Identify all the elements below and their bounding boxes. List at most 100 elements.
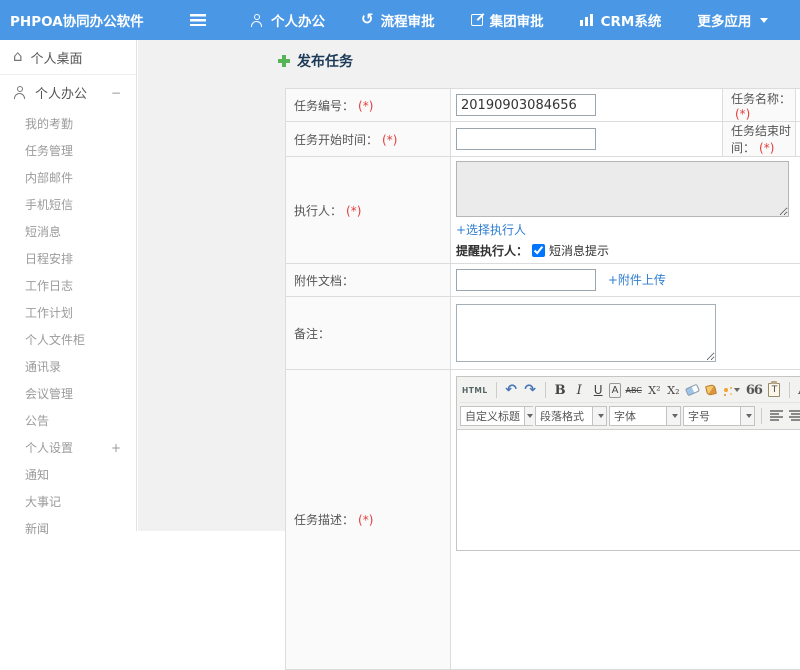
table-row: 执行人：(*) +选择执行人 提醒执行人： 短消息提示 bbox=[286, 157, 800, 264]
expand-icon[interactable]: + bbox=[111, 441, 136, 455]
divider bbox=[789, 382, 790, 398]
redo-button[interactable] bbox=[522, 380, 539, 400]
sidebar-item-file-cabinet[interactable]: 个人文件柜 bbox=[0, 326, 136, 353]
align-left-icon bbox=[770, 410, 783, 421]
sidebar-item-internal-mail[interactable]: 内部邮件 bbox=[0, 164, 136, 191]
caret-down-icon bbox=[592, 407, 606, 425]
sidebar-item-label: 手机短信 bbox=[25, 196, 73, 213]
align-left-button[interactable] bbox=[768, 406, 785, 426]
start-time-input[interactable] bbox=[456, 128, 596, 150]
font-color-button[interactable]: A bbox=[796, 380, 800, 400]
top-navigation: 个人办公 流程审批 集团审批 CRM系统 更多应用 bbox=[232, 0, 786, 40]
superscript-button[interactable]: X² bbox=[646, 380, 663, 400]
nav-label: 更多应用 bbox=[697, 10, 751, 30]
table-row: 备注： bbox=[286, 297, 800, 370]
subscript-button[interactable]: X₂ bbox=[665, 380, 682, 400]
heading-select[interactable]: 自定义标题 bbox=[460, 406, 533, 426]
nav-crm-system[interactable]: CRM系统 bbox=[562, 0, 680, 40]
page-title-text: 发布任务 bbox=[297, 51, 353, 71]
sidebar-item-personal-settings[interactable]: 个人设置 + bbox=[0, 434, 136, 461]
brush-icon bbox=[705, 384, 717, 396]
nav-label: 流程审批 bbox=[381, 10, 435, 30]
font-family-select[interactable]: 字体 bbox=[609, 406, 681, 426]
underline-button[interactable]: U bbox=[590, 380, 607, 400]
strikethrough-button[interactable]: ABC bbox=[623, 380, 643, 400]
sidebar-item-work-plan[interactable]: 工作计划 bbox=[0, 299, 136, 326]
caret-down-icon bbox=[760, 18, 768, 23]
nav-label: 集团审批 bbox=[490, 10, 544, 30]
field-label: 任务描述： bbox=[294, 513, 354, 527]
select-value: 自定义标题 bbox=[461, 408, 524, 424]
html-source-button[interactable]: HTML bbox=[460, 380, 490, 400]
attachment-upload-link[interactable]: +附件上传 bbox=[608, 273, 666, 287]
remove-format-button[interactable] bbox=[684, 380, 701, 400]
choose-executor-link[interactable]: +选择执行人 bbox=[456, 223, 526, 237]
blockquote-button[interactable]: 66 bbox=[744, 380, 764, 400]
sidebar-item-label: 短消息 bbox=[25, 223, 61, 240]
sidebar-item-my-attendance[interactable]: 我的考勤 bbox=[0, 110, 136, 137]
sidebar-item-task-management[interactable]: 任务管理 bbox=[0, 137, 136, 164]
divider bbox=[496, 382, 497, 398]
required-mark: (*) bbox=[735, 107, 750, 121]
paragraph-format-select[interactable]: 段落格式 bbox=[535, 406, 607, 426]
task-number-input[interactable] bbox=[456, 94, 596, 116]
nav-personal-office[interactable]: 个人办公 bbox=[232, 0, 343, 40]
field-label: 任务编号： bbox=[294, 99, 354, 113]
sidebar-item-personal-desktop[interactable]: 个人桌面 bbox=[0, 40, 136, 75]
align-center-button[interactable] bbox=[787, 406, 800, 426]
eraser-icon bbox=[685, 384, 700, 397]
sidebar-item-memorabilia[interactable]: 大事记 bbox=[0, 488, 136, 515]
executor-label-cell: 执行人：(*) bbox=[286, 157, 451, 264]
task-name-label-cell: 任务名称：(*) bbox=[723, 89, 796, 122]
executor-textarea[interactable] bbox=[456, 161, 789, 217]
sidebar-item-notice[interactable]: 通知 bbox=[0, 461, 136, 488]
edit-icon bbox=[471, 14, 483, 26]
remark-textarea[interactable] bbox=[456, 304, 716, 362]
sidebar-item-announcement[interactable]: 公告 bbox=[0, 407, 136, 434]
editor-content-area[interactable] bbox=[457, 430, 800, 550]
sidebar-item-label: 大事记 bbox=[25, 493, 61, 510]
required-mark: (*) bbox=[382, 133, 397, 147]
sidebar-item-meeting-management[interactable]: 会议管理 bbox=[0, 380, 136, 407]
clipboard-icon: T bbox=[768, 383, 780, 397]
chart-icon bbox=[580, 14, 594, 26]
sidebar-item-label: 公告 bbox=[25, 412, 49, 429]
collapse-icon[interactable]: − bbox=[111, 86, 136, 100]
undo-button[interactable] bbox=[503, 380, 520, 400]
sidebar-item-work-log[interactable]: 工作日志 bbox=[0, 272, 136, 299]
sidebar-item-label: 新闻 bbox=[25, 520, 49, 537]
sidebar-item-schedule[interactable]: 日程安排 bbox=[0, 245, 136, 272]
task-number-label-cell: 任务编号：(*) bbox=[286, 89, 451, 122]
quick-format-button[interactable] bbox=[722, 380, 742, 400]
char-border-button[interactable]: A bbox=[609, 383, 622, 398]
select-value: 字体 bbox=[610, 408, 666, 424]
nav-process-approval[interactable]: 流程审批 bbox=[343, 0, 453, 40]
italic-button[interactable]: I bbox=[571, 380, 588, 400]
nav-group-approval[interactable]: 集团审批 bbox=[453, 0, 562, 40]
home-icon bbox=[13, 49, 23, 65]
format-painter-button[interactable] bbox=[703, 380, 720, 400]
attachment-input[interactable] bbox=[456, 269, 596, 291]
table-row: 附件文档： +附件上传 bbox=[286, 264, 800, 297]
sms-remind-checkbox[interactable] bbox=[532, 244, 545, 257]
sidebar-item-contacts[interactable]: 通讯录 bbox=[0, 353, 136, 380]
table-row: 任务编号：(*) 任务名称：(*) bbox=[286, 89, 800, 122]
process-icon bbox=[361, 12, 374, 28]
remind-executor-label: 提醒执行人： bbox=[456, 242, 528, 259]
sidebar-item-mobile-sms[interactable]: 手机短信 bbox=[0, 191, 136, 218]
sidebar: 个人桌面 个人办公 − 我的考勤 任务管理 内部邮件 手机短信 短消息 日程安排… bbox=[0, 40, 137, 531]
field-label: 附件文档： bbox=[294, 274, 354, 288]
remark-label-cell: 备注： bbox=[286, 297, 451, 370]
caret-down-icon bbox=[734, 388, 740, 392]
font-size-select[interactable]: 字号 bbox=[683, 406, 755, 426]
bold-button[interactable]: B bbox=[552, 380, 569, 400]
sidebar-item-news[interactable]: 新闻 bbox=[0, 515, 136, 542]
end-time-label-cell: 任务结束时间：(*) bbox=[723, 122, 796, 157]
sidebar-item-personal-office[interactable]: 个人办公 − bbox=[0, 75, 136, 110]
sidebar-item-short-message[interactable]: 短消息 bbox=[0, 218, 136, 245]
hamburger-menu-icon[interactable] bbox=[190, 14, 206, 26]
paste-as-text-button[interactable]: T bbox=[766, 380, 783, 400]
nav-more-apps[interactable]: 更多应用 bbox=[679, 0, 786, 40]
sparkle-icon bbox=[724, 388, 728, 392]
caret-down-icon bbox=[666, 407, 680, 425]
